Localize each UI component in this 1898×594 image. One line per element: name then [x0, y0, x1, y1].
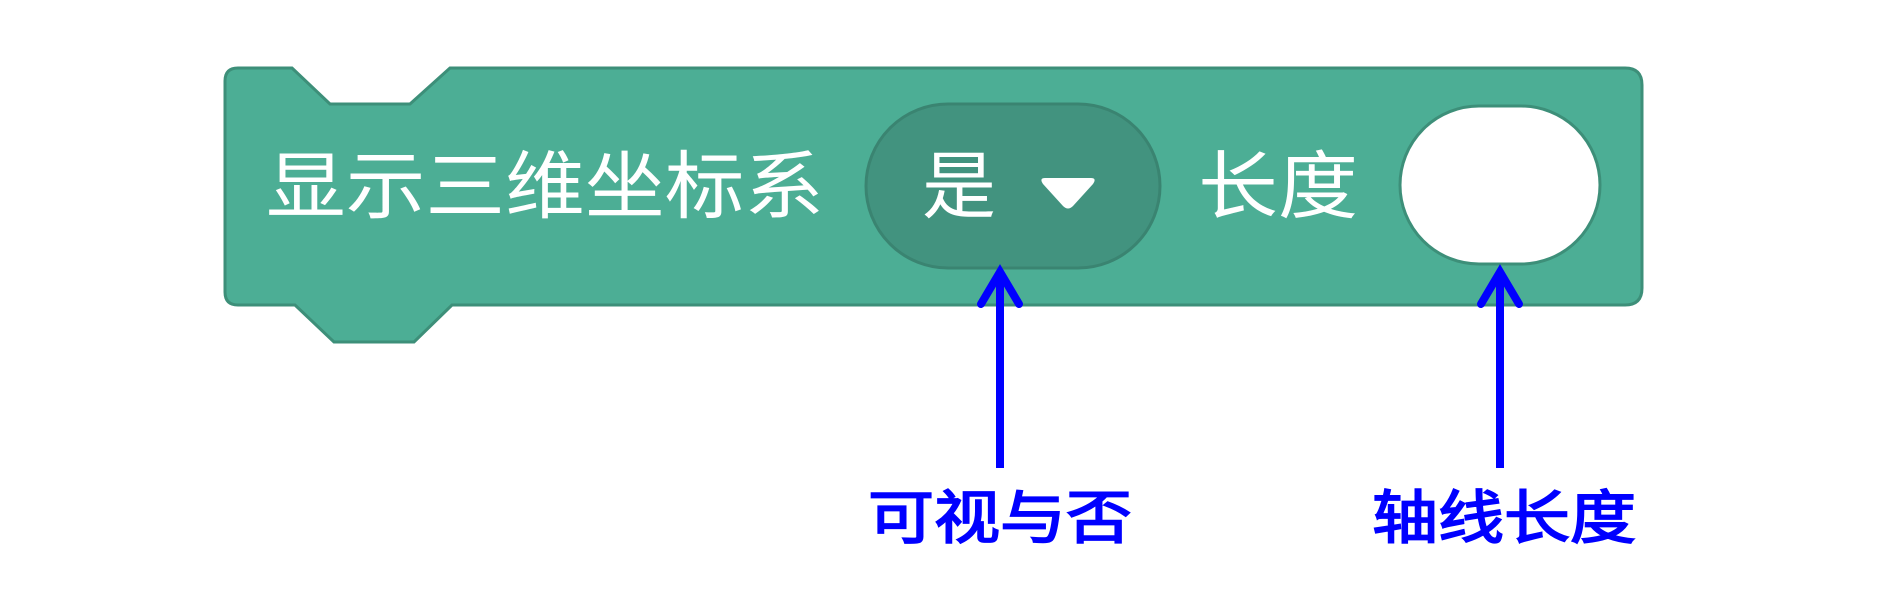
length-input[interactable]: [1398, 104, 1602, 266]
length-label: 长度: [1198, 144, 1358, 230]
dropdown-value: 是: [922, 144, 996, 230]
axis-length-annotation: 轴线长度: [1372, 264, 1636, 552]
scratch-block-diagram: 显示三维坐标系 是 长度 可视与否 轴线长度: [223, 66, 1644, 552]
visibility-annotation: 可视与否: [868, 264, 1132, 552]
block-label: 显示三维坐标系: [266, 144, 824, 230]
visibility-dropdown[interactable]: 是: [864, 102, 1162, 270]
show-3d-axes-block[interactable]: 显示三维坐标系 是 长度: [223, 66, 1644, 344]
visibility-annotation-label: 可视与否: [868, 484, 1132, 552]
axis-length-annotation-label: 轴线长度: [1372, 484, 1636, 552]
dropdown-pill[interactable]: [864, 102, 1162, 270]
